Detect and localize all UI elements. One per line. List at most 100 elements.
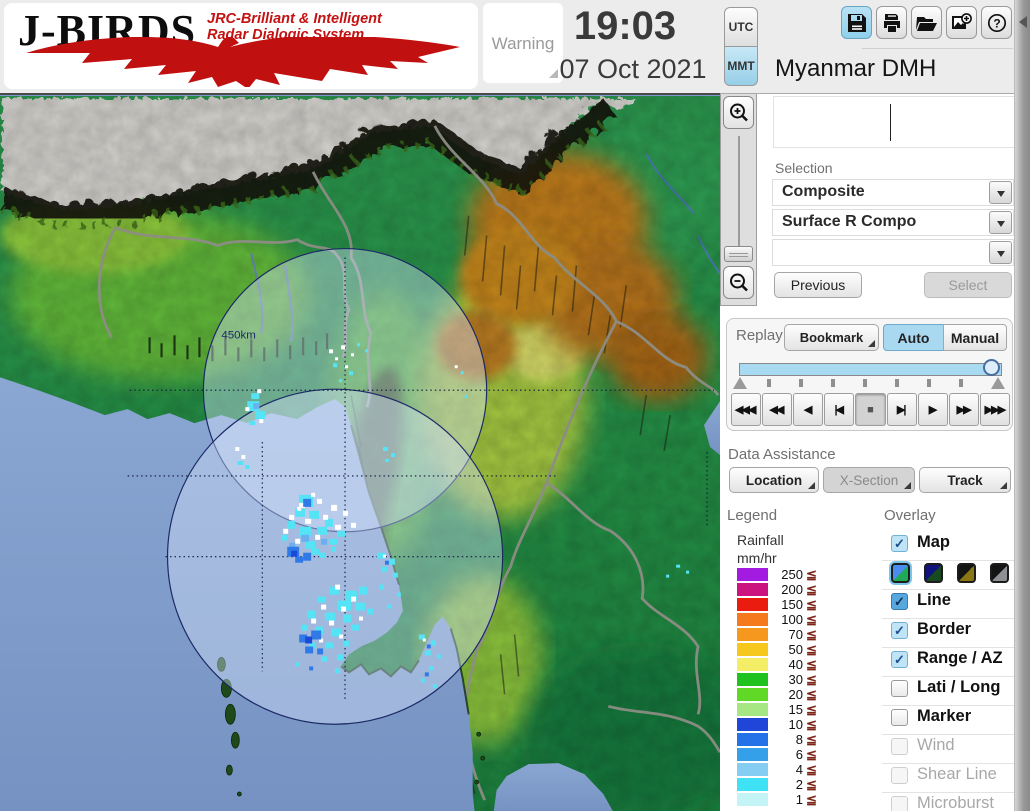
panel-collapse-strip[interactable] <box>1014 0 1030 811</box>
overlay-item-microburst[interactable]: Microburst <box>882 792 1014 811</box>
slider-start-marker[interactable] <box>733 377 747 389</box>
overlay-item-lati-long[interactable]: Lati / Long <box>882 676 1014 706</box>
playback-button-1[interactable]: ◀◀ <box>762 393 792 426</box>
bookmark-button[interactable]: Bookmark <box>784 324 879 351</box>
print-button[interactable] <box>876 6 907 39</box>
legend-value: 150 <box>771 597 803 612</box>
previous-button[interactable]: Previous <box>774 272 862 298</box>
checkbox-range-az[interactable]: ✓ <box>891 651 908 668</box>
playback-button-2[interactable]: ◀ <box>793 393 823 426</box>
legend-suffix: ≦ <box>806 732 817 748</box>
bookmark-label: Bookmark <box>800 330 864 345</box>
overlay-item-map[interactable]: ✓ Map <box>882 531 1014 561</box>
legend-value: 100 <box>771 612 803 627</box>
chevron-down-icon[interactable] <box>989 181 1012 204</box>
legend-swatch <box>737 628 768 641</box>
checkbox-microburst <box>891 796 908 811</box>
legend-value: 4 <box>771 762 803 777</box>
dropdown-extra[interactable] <box>772 239 1014 266</box>
legend-swatch <box>737 688 768 701</box>
warning-label: Warning <box>483 34 563 54</box>
legend-value: 2 <box>771 777 803 792</box>
utc-button[interactable]: UTC <box>724 7 758 47</box>
add-image-button[interactable] <box>946 6 977 39</box>
chevron-down-icon[interactable] <box>989 241 1012 264</box>
overlay-item-range-az[interactable]: ✓Range / AZ <box>882 647 1014 677</box>
slider-tick <box>895 379 899 387</box>
manual-button[interactable]: Manual <box>943 324 1007 351</box>
legend-value: 30 <box>771 672 803 687</box>
jbirds-logo: J-BIRDS JRC-Brilliant & Intelligent Rada… <box>4 3 478 89</box>
overlay-item-line[interactable]: ✓Line <box>882 589 1014 619</box>
overlay-item-border[interactable]: ✓ Border <box>882 618 1014 648</box>
playback-button-7[interactable]: ▶▶ <box>949 393 979 426</box>
track-button[interactable]: Track <box>919 467 1011 493</box>
playback-button-5[interactable]: ▶| <box>887 393 917 426</box>
legend-suffix: ≦ <box>806 762 817 778</box>
overlay-item-shear-line[interactable]: Shear Line <box>882 763 1014 793</box>
playback-button-0[interactable]: ◀◀◀ <box>731 393 761 426</box>
legend-value: 6 <box>771 747 803 762</box>
overlay-title: Overlay <box>884 507 936 524</box>
playback-button-6[interactable]: ▶ <box>918 393 948 426</box>
location-button[interactable]: Location <box>729 467 819 493</box>
magnifier-minus-icon <box>728 272 750 294</box>
map-style-swatch-1[interactable] <box>924 563 943 583</box>
checkbox-shear-line <box>891 767 908 784</box>
overlay-label: Wind <box>917 736 955 755</box>
checkbox-lati-long[interactable] <box>891 680 908 697</box>
x-section-button[interactable]: X-Section <box>823 467 915 493</box>
zoom-slider-handle[interactable] <box>724 246 753 262</box>
select-button[interactable]: Select <box>924 272 1012 298</box>
help-button[interactable]: ? <box>981 6 1012 39</box>
time-slider-track[interactable] <box>739 363 1002 376</box>
help-icon: ? <box>987 13 1007 33</box>
playback-button-4[interactable]: ■ <box>855 393 885 426</box>
overlay-label: Microburst <box>917 794 994 811</box>
zoom-out-button[interactable] <box>723 266 754 299</box>
checkbox-line[interactable]: ✓ <box>891 593 908 610</box>
data-assistance-label: Data Assistance <box>728 446 836 463</box>
auto-button[interactable]: Auto <box>883 324 944 351</box>
corner-fold-icon <box>868 340 875 347</box>
map-style-swatch-0[interactable] <box>891 563 910 583</box>
overlay-label: Border <box>917 620 971 639</box>
zoom-in-button[interactable] <box>723 96 754 129</box>
legend-value: 50 <box>771 642 803 657</box>
playback-button-8[interactable]: ▶▶▶ <box>980 393 1010 426</box>
eagle-icon <box>12 37 470 87</box>
legend-value: 10 <box>771 717 803 732</box>
legend-suffix: ≦ <box>806 687 817 703</box>
chevron-down-icon[interactable] <box>989 211 1012 234</box>
collapse-arrow-icon <box>1019 16 1027 28</box>
legend-swatch <box>737 658 768 671</box>
checkbox-border[interactable]: ✓ <box>891 622 908 639</box>
legend-swatch <box>737 748 768 761</box>
dropdown-category[interactable]: Composite <box>772 179 1014 206</box>
station-list-box[interactable] <box>773 96 1015 148</box>
mmt-button[interactable]: MMT <box>724 46 758 86</box>
checkbox-marker[interactable] <box>891 709 908 726</box>
slider-end-marker[interactable] <box>991 377 1005 389</box>
overlay-item-wind[interactable]: Wind <box>882 734 1014 764</box>
overlay-label: Map <box>917 533 950 552</box>
map-style-swatch-2[interactable] <box>957 563 976 583</box>
playback-button-3[interactable]: |◀ <box>824 393 854 426</box>
dropdown-product[interactable]: Surface R Compo <box>772 209 1014 236</box>
open-folder-button[interactable] <box>911 6 942 39</box>
legend-suffix: ≦ <box>806 642 817 658</box>
overlay-item-marker[interactable]: Marker <box>882 705 1014 735</box>
checkbox-map[interactable]: ✓ <box>891 535 908 552</box>
save-button[interactable] <box>841 6 872 39</box>
time-slider-handle[interactable] <box>983 359 1000 376</box>
map-style-swatch-3[interactable] <box>990 563 1009 583</box>
slider-tick <box>831 379 835 387</box>
legend-swatch <box>737 703 768 716</box>
slider-tick <box>863 379 867 387</box>
legend-value: 200 <box>771 582 803 597</box>
legend-swatch <box>737 613 768 626</box>
open-folder-icon <box>916 13 938 33</box>
radar-map[interactable]: 450km <box>0 93 720 811</box>
legend-suffix: ≦ <box>806 627 817 643</box>
legend-swatch <box>737 778 768 791</box>
